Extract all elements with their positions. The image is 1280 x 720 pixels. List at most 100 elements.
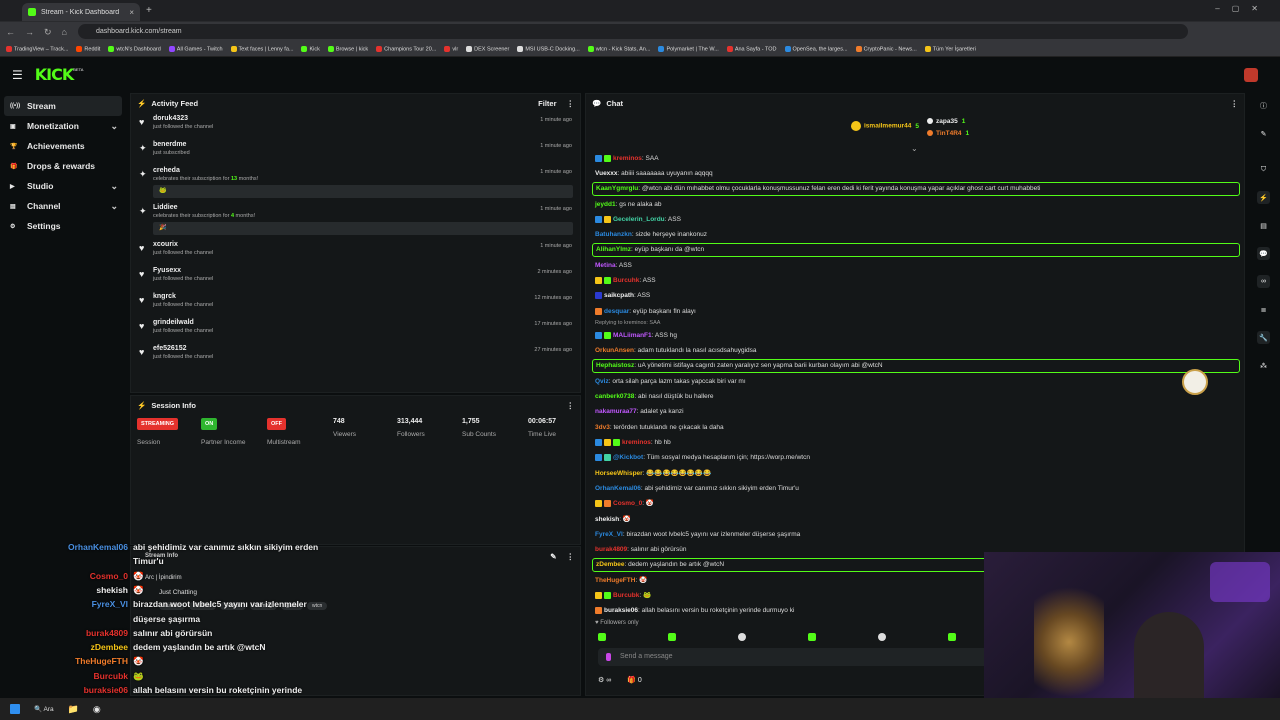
bookmark-item[interactable]: Reddit [76,45,100,52]
bookmark-item[interactable]: wtcn - Kick Stats, An... [587,45,650,52]
gift-counter[interactable]: 🎁 0 [627,676,642,684]
chat-input[interactable]: Send a message [598,648,993,666]
bookmark-item[interactable]: TradingView – Track... [6,45,68,52]
back-icon[interactable]: ← [6,27,15,37]
bookmark-item[interactable]: All Games - Twitch [168,45,223,52]
bookmark-item[interactable]: Kick [301,45,320,52]
wrench-icon[interactable]: 🔧 [1257,331,1270,344]
chat-username[interactable]: HorseeWhisper [595,470,643,477]
chat-username[interactable]: jeydd1 [595,201,616,208]
activity-username[interactable]: doruk4323 [153,115,572,122]
chat-username[interactable]: Batuhanzkn [595,231,632,238]
emote-icon[interactable] [738,633,746,641]
status-badge[interactable]: STREAMING [137,418,178,430]
chat-username[interactable]: burak4809 [595,546,627,553]
chat-username[interactable]: KaanYgmrglu [596,185,638,192]
activity-username[interactable]: kngrck [153,293,572,300]
top-gifter[interactable]: zapa35 1 [927,118,965,125]
nodes-icon[interactable]: ⁂ [1257,359,1270,372]
shield-icon[interactable]: ⛉ [1257,163,1270,176]
taskbar-search[interactable]: 🔍 Ara [34,705,54,713]
more-options-icon[interactable]: ⋮ [567,552,575,561]
chat-username[interactable]: zDembee [596,561,625,568]
status-badge[interactable]: ON [201,418,218,430]
filter-button[interactable]: Filter [538,99,556,108]
home-icon[interactable]: ⌂ [62,27,67,37]
emote-icon[interactable] [878,633,886,641]
top-gifter[interactable]: ismailmemur44 5 [851,121,919,131]
bookmark-item[interactable]: Champions Tour 20... [376,45,436,52]
chat-username[interactable]: buraksie06 [604,607,638,614]
activity-username[interactable]: Liddiee [153,204,572,211]
chat-username[interactable]: shekish [595,516,619,523]
reload-icon[interactable]: ↻ [44,27,52,38]
bookmark-item[interactable]: OpenSea, the larges... [784,45,848,52]
bookmark-item[interactable]: DEX Screener [466,45,509,52]
bookmark-item[interactable]: Ana Sayfa - TOD [726,45,777,52]
status-badge[interactable]: OFF [267,418,286,430]
stack-icon[interactable]: ≣ [1257,303,1270,316]
bookmark-item[interactable]: Text faces | Lenny fa... [230,45,293,52]
chat-username[interactable]: Hephaistosz [596,362,634,369]
url-field[interactable]: dashboard.kick.com/stream [78,24,1188,39]
hamburger-menu-icon[interactable]: ☰ [12,68,23,82]
windows-start-icon[interactable] [10,704,20,714]
file-explorer-icon[interactable]: 📁 [68,704,79,715]
chat-username[interactable]: Burcubk [613,592,639,599]
chat-username[interactable]: kreminos [613,155,642,162]
emote-icon[interactable] [668,633,676,641]
emote-icon[interactable] [598,633,606,641]
document-icon[interactable]: ▤ [1257,219,1270,232]
chat-username[interactable]: desquar [604,308,629,315]
chat-username[interactable]: Gecelerin_Lordu [613,216,665,223]
chat-username[interactable]: @Kickbot [613,454,643,461]
emote-icon[interactable] [948,633,956,641]
sidebar-item-stream[interactable]: ((•)) Stream [4,96,122,116]
microphone-icon[interactable] [606,653,611,661]
sidebar-item-drops-rewards[interactable]: 🎁 Drops & rewards [0,156,128,176]
sidebar-item-monetization[interactable]: ▣ Monetization ⌄ [0,116,128,136]
forward-icon[interactable]: → [25,27,34,37]
avatar[interactable] [1244,68,1258,82]
bookmark-item[interactable]: Tüm Yer İşaretleri [924,45,976,52]
chat-username[interactable]: kreminos [622,439,651,446]
activity-username[interactable]: xcourix [153,241,572,248]
chat-username[interactable]: TheHugeFTH [595,577,635,584]
sidebar-item-settings[interactable]: ⚙ Settings [0,216,128,236]
chat-username[interactable]: saikcpath [604,292,634,299]
chat-username[interactable]: OrhanKemal06 [595,485,641,492]
more-options-icon[interactable]: ⋮ [567,401,575,410]
chat-username[interactable]: Cosmo_0 [613,500,642,507]
bookmark-item[interactable]: CryptoPanic - News... [855,45,917,52]
sidebar-item-achievements[interactable]: 🏆 Achievements [0,136,128,156]
bookmark-item[interactable]: MSI USB-C Docking... [517,45,580,52]
browser-tab[interactable]: Stream - Kick Dashboard × [22,3,140,21]
chat-username[interactable]: Burcuhk [613,277,639,284]
chat-username[interactable]: Qviz [595,378,609,385]
bookmark-item[interactable]: Browse | kick [327,45,368,52]
activity-username[interactable]: grindeilwald [153,319,572,326]
settings-icon[interactable]: ⚙ ∞ [598,676,611,684]
chat-username[interactable]: 3dv3 [595,424,610,431]
chevron-down-icon[interactable]: ⌄ [110,201,118,212]
emote-icon[interactable] [808,633,816,641]
bookmark-item[interactable]: wtcN's Dashboard [108,45,161,52]
coin-icon[interactable] [1182,369,1208,395]
activity-username[interactable]: benerdme [153,141,572,148]
chat-username[interactable]: FyreX_Vl [595,531,623,538]
chat-username[interactable]: Metina [595,262,616,269]
chat-username[interactable]: Vuexxx [595,170,618,177]
chat-username[interactable]: AlihanYlmz [596,246,631,253]
link-icon[interactable]: ∞ [1257,275,1270,288]
bookmark-item[interactable]: Polymarket | The W... [658,45,719,52]
chat-icon[interactable]: 💬 [1257,247,1270,260]
activity-username[interactable]: Fyusexx [153,267,572,274]
info-icon[interactable]: ⓘ [1257,99,1270,112]
chat-username[interactable]: canberk0738 [595,393,634,400]
activity-username[interactable]: creheda [153,167,572,174]
chevron-down-icon[interactable]: ⌄ [110,181,118,192]
top-gifter[interactable]: TinT4R4 1 [927,130,969,137]
emote-bar[interactable] [598,633,958,643]
chat-username[interactable]: MALiimanF1 [613,332,652,339]
close-tab-icon[interactable]: × [129,8,134,17]
